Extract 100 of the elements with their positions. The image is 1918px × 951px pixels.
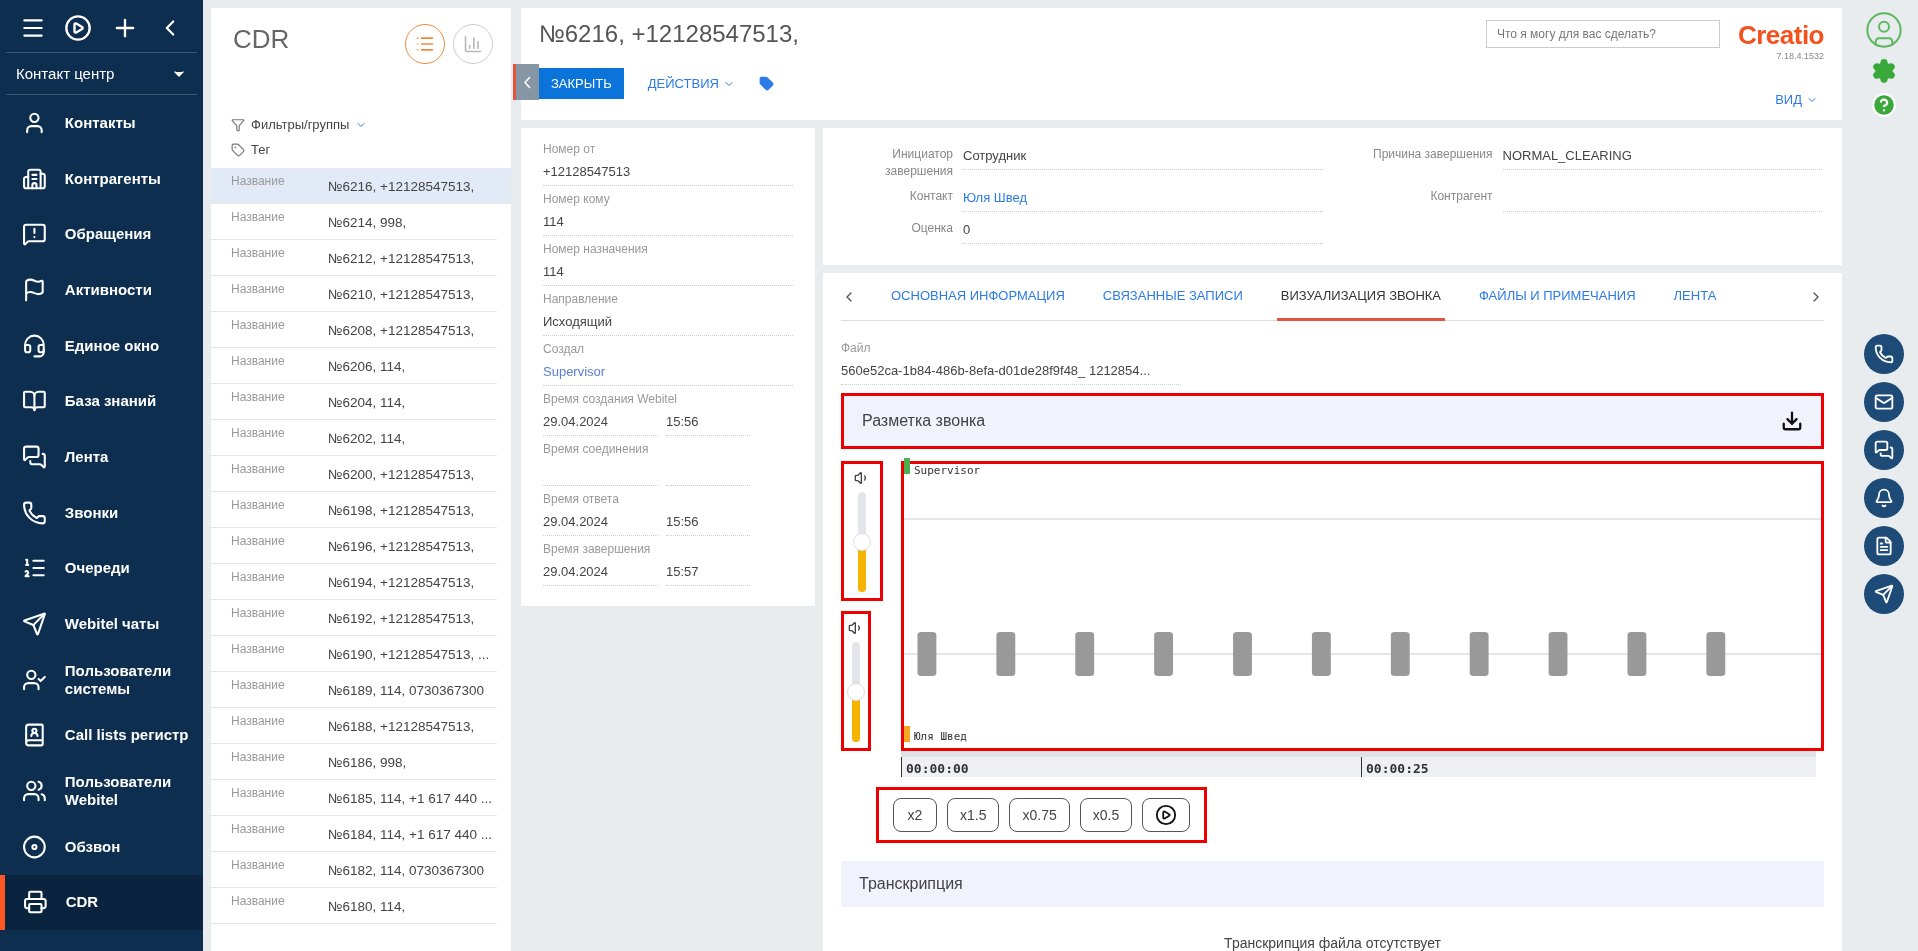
field-label: Время завершения xyxy=(543,542,652,556)
collapse-button[interactable] xyxy=(513,64,539,100)
bar-chart-icon xyxy=(463,34,483,54)
nav-item[interactable]: Обзвон xyxy=(0,818,203,875)
bell-icon[interactable] xyxy=(1864,478,1904,518)
phone-icon[interactable] xyxy=(1864,334,1904,374)
field-value: NORMAL_CLEARING xyxy=(1502,146,1822,170)
nav-item[interactable]: Единое окно xyxy=(0,317,203,374)
row-label: Название xyxy=(231,714,286,728)
workspace-dropdown[interactable]: Контакт центр xyxy=(6,53,197,95)
send-icon[interactable] xyxy=(1864,574,1904,614)
field-label: Номер кому xyxy=(543,192,611,206)
field-label: Направление xyxy=(543,292,619,306)
nav-item[interactable]: CDR xyxy=(0,874,203,931)
speed-button[interactable]: x1.5 xyxy=(947,798,1000,832)
flag-icon xyxy=(22,276,47,303)
filters-link[interactable]: Фильтры/группы xyxy=(211,112,511,137)
row-label: Название xyxy=(231,534,286,548)
row-value: №6210, +12128547513, xyxy=(328,286,475,302)
row-label: Название xyxy=(231,426,286,440)
time-tick: 00:00:00 xyxy=(901,757,1361,777)
row-value: №6196, +12128547513, xyxy=(328,538,475,554)
play-button[interactable] xyxy=(1142,798,1191,832)
row-value: №6190, +12128547513, ... xyxy=(328,646,490,662)
nav-item[interactable]: База знаний xyxy=(0,373,203,430)
chat-icon[interactable] xyxy=(1864,430,1904,470)
nav-item[interactable]: Пользователи системы xyxy=(0,651,203,708)
row-label: Название xyxy=(231,174,286,188)
nav-item[interactable]: Контакты xyxy=(0,95,203,151)
tab[interactable]: СВЯЗАННЫЕ ЗАПИСИ xyxy=(1098,272,1247,321)
row-value: №6214, 998, xyxy=(328,214,407,230)
document-icon[interactable] xyxy=(1864,526,1904,566)
view-button[interactable]: ВИД xyxy=(1769,91,1824,108)
nav-item[interactable]: Очереди xyxy=(0,540,203,597)
nav-item[interactable]: Call lists регистр xyxy=(0,707,203,764)
time-field: 15:56 xyxy=(666,414,750,436)
volume-control[interactable] xyxy=(841,611,871,751)
field-link[interactable]: Supervisor xyxy=(543,364,793,386)
speed-button[interactable]: x0.75 xyxy=(1009,798,1070,832)
row-label: Название xyxy=(231,498,286,512)
channel-label: Supervisor xyxy=(914,464,981,477)
row-value: №6194, +12128547513, xyxy=(328,574,475,590)
tab[interactable]: ОСНОВНАЯ ИНФОРМАЦИЯ xyxy=(887,272,1069,321)
field-value: +12128547513 xyxy=(543,164,793,186)
field-label: Оценка xyxy=(910,219,953,237)
settings-icon[interactable] xyxy=(1871,58,1897,84)
list-row[interactable]: Название №6216, +12128547513, xyxy=(211,168,511,204)
tag-icon[interactable] xyxy=(758,76,774,91)
field-label: Причина завершения xyxy=(1372,146,1493,163)
speed-button[interactable]: x0.5 xyxy=(1079,798,1133,832)
date-field: 29.04.2024 xyxy=(543,564,658,586)
chevron-left-icon xyxy=(524,75,531,89)
row-value: №6208, +12128547513, xyxy=(328,322,475,338)
tag-link[interactable]: Тег xyxy=(211,137,511,162)
tab[interactable]: ФАЙЛЫ И ПРИМЕЧАНИЯ xyxy=(1475,272,1640,321)
nav-item[interactable]: Пользователи Webitel xyxy=(0,763,203,819)
field-value: Сотрудник xyxy=(963,146,1323,170)
nav-item[interactable]: Звонки xyxy=(0,484,203,541)
nav-item[interactable]: Контрагенты xyxy=(0,150,203,207)
field-value: 114 xyxy=(543,214,793,236)
nav-item[interactable]: Обращения xyxy=(0,206,203,263)
play-icon[interactable] xyxy=(64,14,93,42)
slider-thumb[interactable] xyxy=(847,683,865,701)
tag-icon xyxy=(231,142,245,157)
tab[interactable]: ВИЗУАЛИЗАЦИЯ ЗВОНКА xyxy=(1276,272,1445,321)
speed-button[interactable]: x2 xyxy=(893,798,937,832)
alert-message-icon xyxy=(22,221,47,248)
nav-item[interactable]: Активности xyxy=(0,262,203,318)
row-label: Название xyxy=(231,858,286,872)
list-title: CDR xyxy=(233,24,290,55)
help-icon[interactable] xyxy=(1871,92,1897,118)
nav-item[interactable]: Webitel чаты xyxy=(0,596,203,652)
row-label: Название xyxy=(231,606,286,620)
row-value: №6212, +12128547513, xyxy=(328,250,475,266)
close-button[interactable]: ЗАКРЫТЬ xyxy=(539,68,624,99)
download-icon[interactable] xyxy=(1781,410,1803,432)
phone-icon xyxy=(22,499,47,526)
link-text: Тег xyxy=(251,142,271,157)
date-field: 29.04.2024 xyxy=(543,414,658,436)
search-field[interactable]: Что я могу для вас сделать? xyxy=(1485,20,1720,48)
row-label: Название xyxy=(231,786,286,800)
actions-button[interactable]: ДЕЙСТВИЯ xyxy=(641,75,741,92)
row-value: №6186, 998, xyxy=(328,754,407,770)
field-link[interactable]: Юля Швед xyxy=(963,187,1323,212)
nav-item[interactable]: Лента xyxy=(0,429,203,485)
tab[interactable]: ЛЕНТА xyxy=(1669,272,1721,321)
row-label: Название xyxy=(231,678,286,692)
field-value: 0 xyxy=(963,219,1323,244)
mail-icon[interactable] xyxy=(1864,382,1904,422)
row-value: №6192, +12128547513, xyxy=(328,610,475,626)
row-label: Название xyxy=(231,642,286,656)
volume-control[interactable] xyxy=(841,461,883,601)
row-label: Название xyxy=(231,390,286,404)
row-value: №6182, 114, 0730367300 xyxy=(328,862,485,878)
row-label: Название xyxy=(231,570,286,584)
play-icon xyxy=(1155,804,1178,826)
field-value: Исходящий xyxy=(543,314,793,336)
row-value: №6189, 114, 0730367300 xyxy=(328,682,485,698)
row-value: №6188, +12128547513, xyxy=(328,718,475,734)
slider-thumb[interactable] xyxy=(853,533,871,551)
